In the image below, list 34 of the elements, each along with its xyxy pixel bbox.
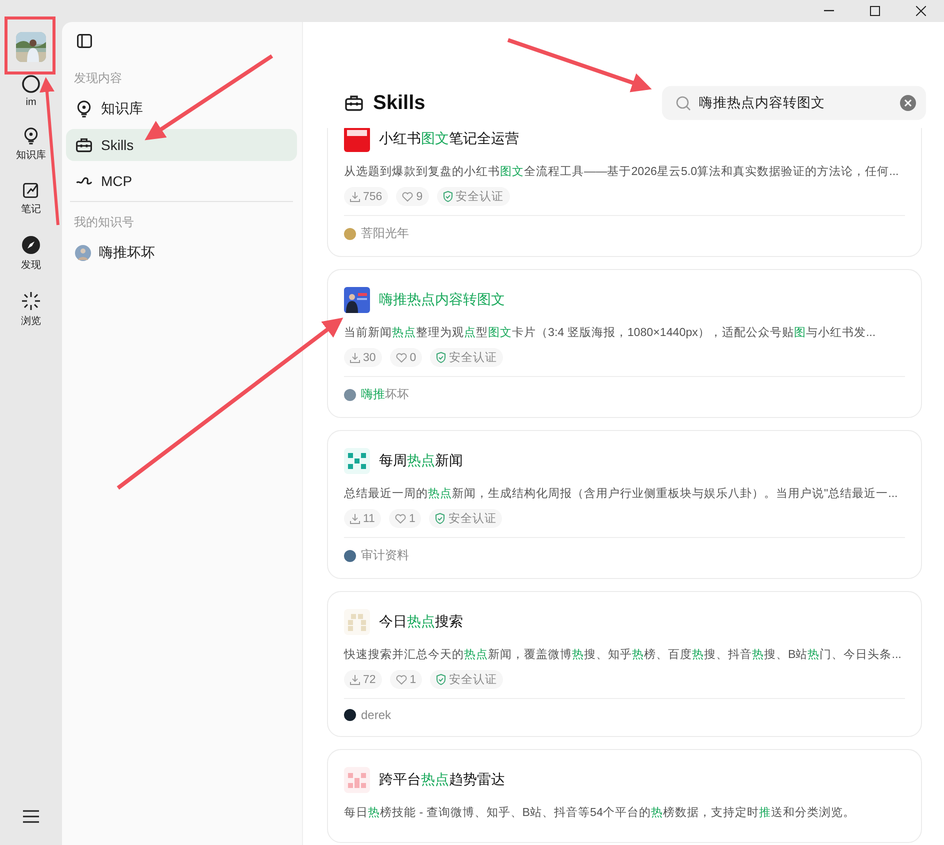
sidebar-item[interactable]: MCP xyxy=(66,165,297,197)
skill-title[interactable]: 跨平台热点趋势雷达 xyxy=(379,771,505,789)
download-count: 11 xyxy=(344,509,381,528)
rail-label[interactable]: 知识库 xyxy=(16,148,46,162)
author-name[interactable]: 嗨推坏坏 xyxy=(361,386,409,403)
rail-label[interactable]: 发现 xyxy=(21,258,41,272)
skill-description: 从选题到爆款到复盘的小红书图文全流程工具——基于2026星云5.0算法和真实数据验证的方法论，任何... xyxy=(344,164,899,180)
security-badge: 安全认证 xyxy=(436,187,510,206)
page-title: Skills xyxy=(373,92,426,114)
skill-title[interactable]: 今日热点搜索 xyxy=(379,613,463,631)
download-count: 72 xyxy=(344,670,382,689)
rail-label[interactable]: 笔记 xyxy=(21,202,41,216)
download-count: 30 xyxy=(344,348,382,367)
security-badge: 安全认证 xyxy=(430,670,504,689)
security-badge: 安全认证 xyxy=(429,509,502,528)
author-name[interactable]: derek xyxy=(361,708,392,722)
search-field[interactable]: 嗨推热点内容转图文 xyxy=(662,86,926,120)
skill-description: 快速搜索并汇总今天的热点新闻，覆盖微博热搜、知乎热榜、百度热搜、抖音热搜、B站热门、今日头条... xyxy=(344,647,902,663)
section-heading: 我的知识号 xyxy=(74,214,135,231)
skill-title[interactable]: 小红书图文笔记全运营 xyxy=(379,130,519,148)
rail-label[interactable]: 浏览 xyxy=(21,314,41,328)
skill-description: 总结最近一周的热点新闻，生成结构化周报（含用户行业侧重板块与娱乐八卦）。当用户说"总结最近一... xyxy=(344,486,898,502)
author-name[interactable]: 审计资料 xyxy=(361,547,409,564)
sidebar-item[interactable]: Skills xyxy=(66,129,297,161)
skill-description: 每日 热榜技能 - 查询微博、知乎、B站、抖音等54个平台的热榜数据，支持定时推送和分类浏览。 xyxy=(344,805,855,821)
section-heading: 发现内容 xyxy=(74,70,123,87)
rail-label[interactable]: im xyxy=(26,97,36,108)
skill-title[interactable]: 每周热点新闻 xyxy=(379,452,463,470)
sidebar-item[interactable]: 知识库 xyxy=(66,93,297,125)
security-badge: 安全认证 xyxy=(430,348,504,367)
sidebar-item[interactable]: 嗨推坏坏 xyxy=(66,237,297,269)
download-count: 756 xyxy=(344,187,388,206)
skill-description: 当前新闻热点整理为观点型图文卡片（3:4 竖版海报，1080×1440px），适配公众号贴图与小红书发... xyxy=(344,325,876,341)
author-name[interactable]: 菩阳光年 xyxy=(361,225,409,242)
